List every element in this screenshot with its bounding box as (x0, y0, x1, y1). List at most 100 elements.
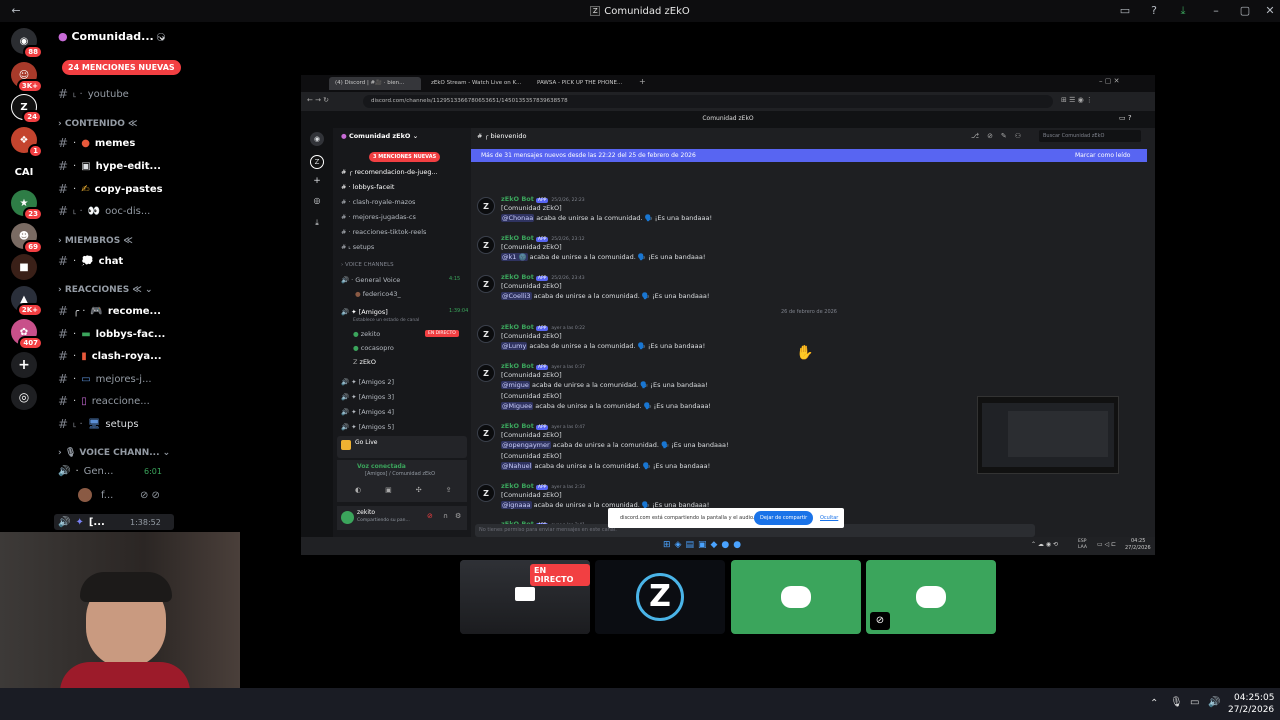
network-icon[interactable]: ▭ (1190, 697, 1199, 708)
channel-item[interactable]: # ╭ recomendacion-de-jueg... (341, 168, 438, 176)
voice-user[interactable]: f... ⊘ ⊘ (78, 488, 160, 502)
category-miembros[interactable]: › MIEMBROS ≪ (58, 236, 133, 246)
server-icon[interactable]: ✿ 407 (11, 319, 43, 350)
stop-sharing-button[interactable]: Dejar de compartir (754, 511, 814, 525)
maximize-icon[interactable]: ▢ (1237, 3, 1253, 19)
mark-read-button[interactable]: Marcar como leído (1075, 149, 1130, 162)
participant-tile[interactable]: ⊘ (866, 560, 996, 634)
voice-channel[interactable]: 🔊 ✦ [Amigos 3] (341, 393, 394, 401)
settings-gear-icon[interactable]: ⚙ (455, 512, 461, 520)
server-icon[interactable]: ▲ 2K+ (11, 286, 43, 317)
discover-icon[interactable]: ◎ (310, 196, 324, 210)
channel-item[interactable]: # ˪ setups (341, 243, 374, 251)
add-friend-icon[interactable]: ⚇ (156, 31, 166, 44)
tray-icons[interactable]: ⌃ ☁ ◉ ⟲ (1031, 541, 1058, 548)
browser-tab[interactable]: zEkO Stream - Watch Live on K... (425, 77, 525, 90)
new-messages-banner[interactable]: Más de 31 mensajes nuevos desde las 22:2… (471, 149, 1147, 162)
stream-tile[interactable]: EN DIRECTO (460, 560, 590, 634)
add-server-icon[interactable]: + (11, 352, 37, 378)
volume-icon[interactable]: 🔊 (1208, 697, 1220, 708)
extension-icons[interactable]: ⊞ ☰ ◉ ⋮ (1061, 96, 1093, 104)
server-name-header[interactable]: ● Comunidad... ⌄ (58, 30, 167, 43)
minimize-icon[interactable]: – (1208, 3, 1224, 19)
header-icons[interactable]: ⎇⊘✎⚇ (971, 132, 1029, 140)
nav-icons[interactable]: ← → ↻ (307, 96, 329, 104)
avatar[interactable] (341, 511, 354, 524)
channel-memes[interactable]: # · ● memes (58, 136, 135, 150)
channel-item[interactable]: # · mejores-jugadas-cs (341, 213, 416, 221)
voice-channel-amigos[interactable]: 🔊 ✦ [... 1:38:52 (54, 514, 174, 530)
direct-messages-icon[interactable]: ◉ 88 (11, 28, 43, 59)
server-icon[interactable]: ❖ 1 (11, 127, 43, 158)
volume-icons[interactable]: ▭ ◁ ⊏ (1097, 541, 1116, 548)
voice-status[interactable]: Voz conectada (357, 463, 406, 470)
channel-item[interactable]: # · clash-royale-mazos (341, 198, 415, 206)
clock-date[interactable]: 27/2/2026 (1228, 705, 1274, 715)
channel-hype-edit[interactable]: # · ▣ hype-edit... (58, 159, 161, 173)
channel-chat[interactable]: # · 💭 chat (58, 254, 123, 268)
voice-user[interactable]: ● cocasopro (353, 344, 394, 352)
shared-screen[interactable]: (4) Discord | #🎥 · bien... zEkO Stream -… (301, 75, 1155, 555)
channel-copy-pastes[interactable]: # · ✍ copy-pastes (58, 182, 163, 196)
voice-channel-amigos[interactable]: 🔊 ✦ [Amigos] 1:39:04 (341, 308, 468, 316)
category-contenido[interactable]: › CONTENIDO ≪ (58, 119, 137, 129)
hide-button[interactable]: Ocultar (820, 515, 838, 521)
tray-chevron-icon[interactable]: ⌃ (1150, 698, 1158, 709)
download-icon[interactable]: ⤓ (1175, 3, 1191, 19)
add-server-icon[interactable]: + (310, 176, 324, 190)
inbox-icon[interactable]: ▭ (1117, 3, 1133, 19)
channel-item[interactable]: # · lobbys-faceit (341, 183, 394, 191)
mute-icon[interactable]: ⊘ (427, 512, 433, 520)
server-zeko-icon[interactable]: Z (310, 155, 324, 169)
taskbar-apps-icons[interactable]: ⊞◈▤▣◆●● (663, 540, 745, 550)
browser-tab[interactable]: (4) Discord | #🎥 · bien... (329, 77, 421, 90)
voice-user[interactable]: ● federico43_ (355, 290, 401, 298)
new-tab-icon[interactable]: + (639, 77, 646, 86)
inbox-icon[interactable]: ▭ ? (1119, 114, 1132, 122)
channel-lobbys-fac[interactable]: # · ▬ lobbys-fac... (58, 327, 165, 341)
server-cai[interactable]: CAI (11, 159, 37, 185)
server-header[interactable]: ● Comunidad zEkO ⌄ (341, 132, 418, 140)
channel-recome[interactable]: # ╭ · 🎮 recome... (58, 304, 161, 318)
channel-ooc-dis[interactable]: # ˪ · 👀 ooc-dis... (58, 204, 150, 218)
go-live-panel[interactable]: Go Live (337, 436, 467, 458)
channel-mejores-j[interactable]: # · ▭ mejores-j... (58, 372, 152, 386)
clock-time[interactable]: 04:25:05 (1234, 693, 1274, 703)
voice-controls-icons[interactable]: ◐▣✣⇪ (355, 486, 475, 494)
server-icon[interactable]: ■ (11, 254, 37, 280)
voice-channel[interactable]: 🔊 ✦ [Amigos 2] (341, 378, 394, 386)
participant-tile-zeko[interactable]: Z (595, 560, 725, 634)
voice-user[interactable]: ● zekito EN DIRECTO (353, 330, 459, 338)
channel-clash-roya[interactable]: # · ▮ clash-roya... (58, 349, 162, 363)
address-bar[interactable]: discord.com/channels/1129513366780653651… (363, 95, 1053, 108)
voice-channel[interactable]: 🔊 · General Voice 4:15 (341, 276, 460, 284)
microphone-icon[interactable]: 🎙 (1170, 697, 1183, 708)
server-icon[interactable]: ☻ 69 (11, 223, 43, 254)
close-icon[interactable]: ✕ (1262, 3, 1278, 19)
download-icon[interactable]: ⤓ (310, 218, 324, 232)
server-zeko-icon[interactable]: Z 24 (11, 94, 42, 124)
discover-icon[interactable]: ◎ (11, 384, 37, 410)
category-voice[interactable]: › VOICE CHANNELS (341, 262, 394, 268)
server-icon[interactable]: ☺ 3K+ (11, 62, 43, 93)
channel-setups[interactable]: # ˪ · 🖥 setups (58, 417, 139, 431)
browser-tab[interactable]: PAWSA - PICK UP THE PHONE... (531, 77, 631, 90)
channel-youtube[interactable]: # ˪ · youtube (58, 87, 129, 101)
voice-channel[interactable]: 🔊 ✦ [Amigos 4] (341, 408, 394, 416)
server-icon[interactable]: ★ 23 (11, 190, 43, 221)
headphones-icon[interactable]: ∩ (443, 512, 448, 520)
help-icon[interactable]: ? (1146, 3, 1162, 19)
channel-item[interactable]: # · reacciones-tiktok-reels (341, 228, 426, 236)
voice-channel[interactable]: 🔊 ✦ [Amigos 5] (341, 423, 394, 431)
screen-preview-thumbnail[interactable] (977, 396, 1119, 474)
new-mentions-pill[interactable]: 24 MENCIONES NUEVAS (62, 60, 181, 75)
channel-status-hint[interactable]: Establece un estado de canal (353, 318, 419, 323)
mentions-pill[interactable]: 3 MENCIONES NUEVAS (369, 152, 441, 162)
category-reacciones[interactable]: › REACCIONES ≪ ⌄ (58, 285, 153, 295)
participant-tile[interactable] (731, 560, 861, 634)
voice-user[interactable]: Z zEkO (353, 358, 376, 366)
search-input[interactable]: Buscar Comunidad zEkO (1039, 130, 1141, 142)
voice-channel-general[interactable]: 🔊 · Gen... 6:01 (58, 466, 162, 477)
channel-reaccione[interactable]: # · ▯ reaccione... (58, 394, 150, 408)
dm-icon[interactable]: ◉ (310, 132, 324, 146)
